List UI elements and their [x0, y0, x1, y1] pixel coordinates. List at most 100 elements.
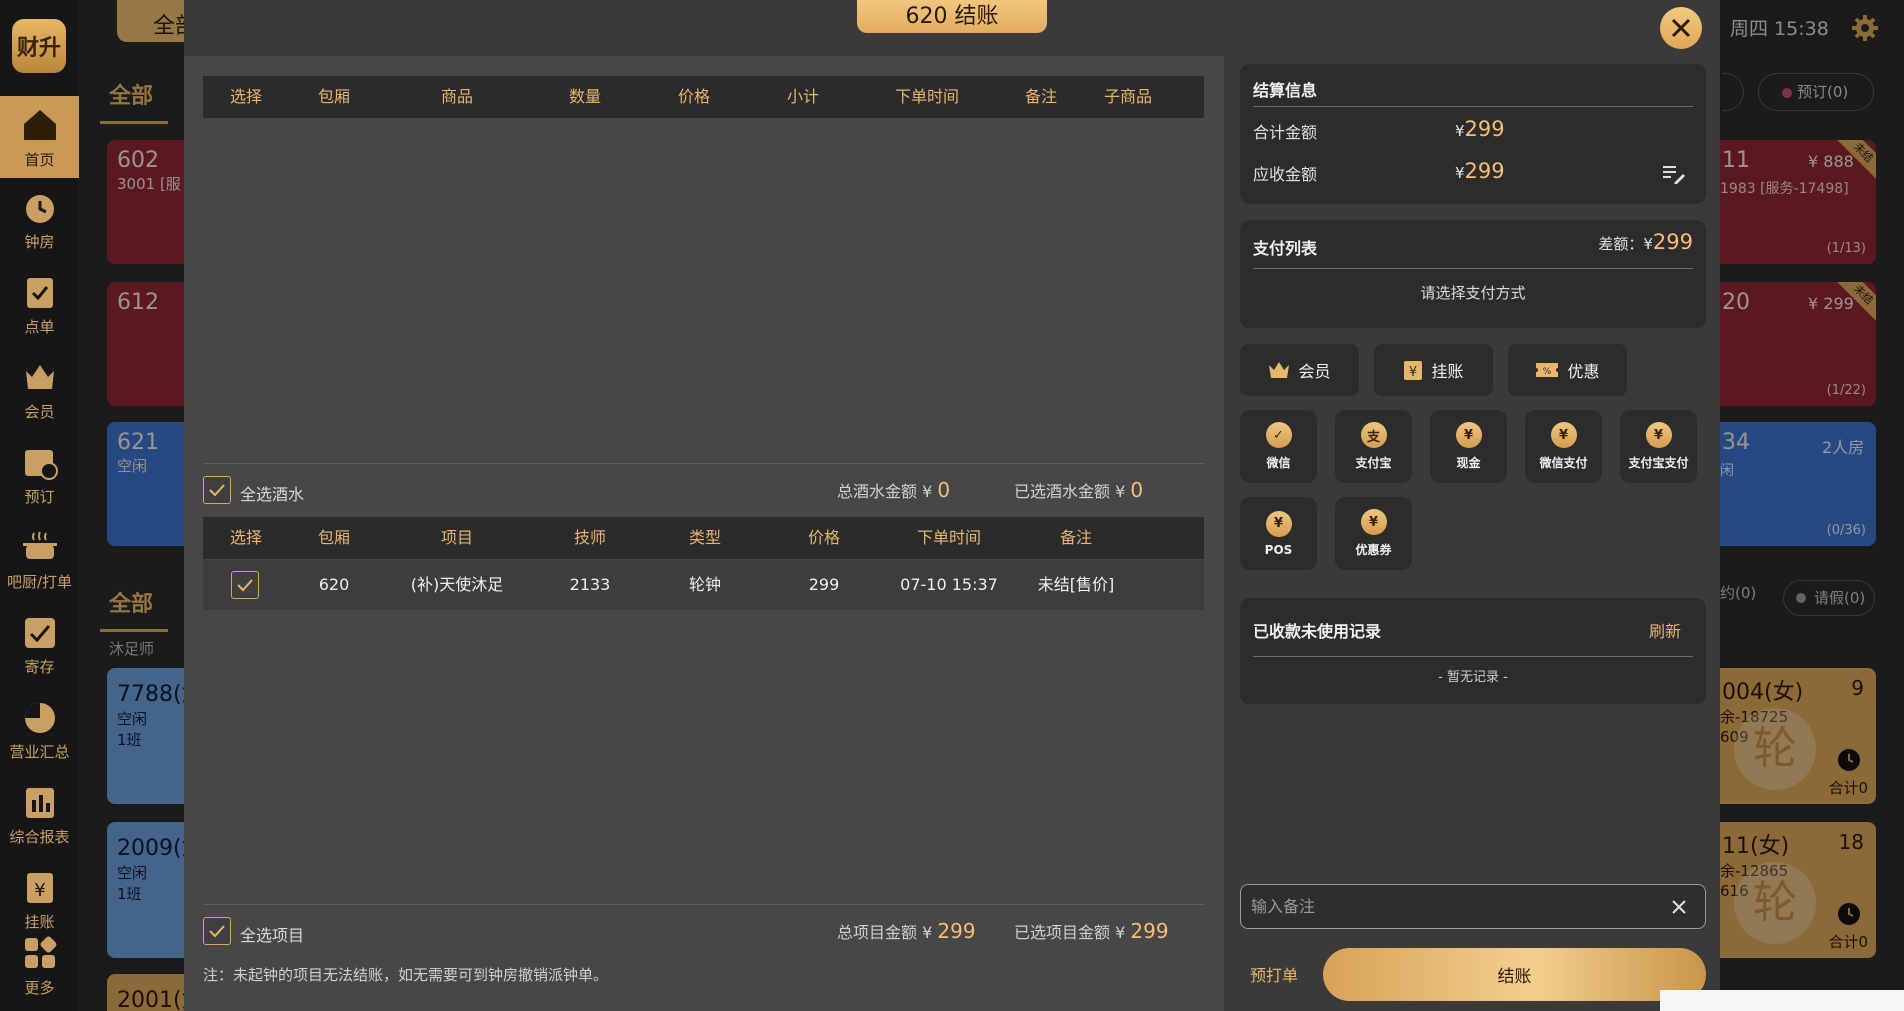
discount-button-label: 优惠 — [1567, 362, 1600, 381]
select-all-drinks-label[interactable]: 全选酒水 — [240, 481, 304, 505]
col-select: 选择 — [229, 528, 262, 547]
items-selected-label: 已选项目金额 — [1014, 923, 1111, 942]
money-bag-icon: ¥ — [1550, 422, 1577, 448]
svg-text:¥: ¥ — [1409, 365, 1417, 380]
sidebar-item-label: 预订 — [24, 488, 55, 506]
col-order-time: 下单时间 — [916, 528, 981, 547]
alarm-clock-icon — [25, 195, 54, 223]
col-type: 类型 — [688, 528, 721, 547]
sidebar: 财升 首页 钟房 点单 会员 预订 吧厨/打单 寄存 营业汇总 综合报表 ¥ 挂… — [0, 0, 79, 1011]
sidebar-item-label: 综合报表 — [9, 828, 70, 846]
col-select: 选择 — [229, 87, 262, 106]
pay-method-alipay[interactable]: 支 支付宝 — [1335, 410, 1412, 483]
pay-method-pos[interactable]: ¥ POS — [1240, 497, 1317, 570]
settlement-title: 结算信息 — [1253, 81, 1318, 100]
cell-technician: 2133 — [569, 575, 611, 594]
pay-method-alipay-pay[interactable]: ¥ 支付宝支付 — [1620, 410, 1697, 483]
sidebar-item-reports[interactable]: 综合报表 — [0, 773, 79, 855]
sidebar-item-clock-room[interactable]: 钟房 — [0, 178, 79, 260]
pot-icon — [22, 531, 57, 559]
sidebar-item-label: 营业汇总 — [9, 743, 70, 761]
close-button[interactable] — [1660, 7, 1702, 49]
sidebar-item-label: 更多 — [24, 979, 55, 997]
sidebar-item-label: 首页 — [24, 151, 55, 169]
divider — [1253, 268, 1693, 269]
sidebar-item-summary[interactable]: 营业汇总 — [0, 688, 79, 770]
pay-method-coupon[interactable]: ¥ 优惠券 — [1335, 497, 1412, 570]
row-checkbox[interactable] — [231, 571, 259, 599]
difference-label: 差额： — [1598, 235, 1644, 253]
total-amount: ¥299 — [1455, 117, 1505, 141]
drinks-selected-label: 已选酒水金额 — [1014, 482, 1111, 501]
svg-text:%: % — [1543, 367, 1552, 377]
pay-method-wechat[interactable]: ✓ 微信 — [1240, 410, 1317, 483]
sidebar-item-more[interactable]: 更多 — [0, 926, 79, 1006]
alipay-icon: 支 — [1360, 422, 1387, 448]
table-row[interactable]: 620 (补)天使沐足 2133 轮钟 299 07-10 15:37 未结[售… — [203, 560, 1204, 610]
pay-method-cash[interactable]: ¥ 现金 — [1430, 410, 1507, 483]
checkout-note: 注：未起钟的项目无法结账，如无需要可到钟房撤销派钟单。 — [203, 966, 609, 984]
col-technician: 技师 — [573, 528, 606, 547]
col-remark: 备注 — [1024, 87, 1057, 106]
credit-button-label: 挂账 — [1431, 362, 1464, 381]
divider — [1253, 656, 1693, 657]
grid-icon — [24, 936, 56, 968]
cell-remark: 未结[售价] — [1037, 575, 1115, 594]
clear-icon[interactable] — [1671, 899, 1687, 915]
checkout-button[interactable]: 结账 — [1323, 948, 1706, 1001]
select-all-items-checkbox[interactable] — [203, 917, 231, 945]
sidebar-item-home[interactable]: 首页 — [0, 96, 79, 178]
items-total-value: 299 — [937, 919, 976, 943]
sidebar-item-label: 吧厨/打单 — [6, 573, 73, 591]
settlement-info-box: 结算信息 合计金额 ¥299 应收金额 ¥299 — [1240, 64, 1706, 204]
calendar-clock-icon — [24, 450, 58, 480]
pay-method-wechat-pay[interactable]: ¥ 微信支付 — [1525, 410, 1602, 483]
drinks-selected-value: 0 — [1130, 478, 1144, 502]
cell-room: 620 — [318, 575, 350, 594]
col-quantity: 数量 — [568, 87, 601, 106]
sidebar-item-reservation[interactable]: 预订 — [0, 433, 79, 515]
pay-method-label: POS — [1264, 542, 1293, 557]
remark-field[interactable] — [1240, 884, 1706, 929]
payment-empty-text: 请选择支付方式 — [1420, 284, 1526, 302]
pay-method-label: 支付宝 — [1355, 456, 1392, 470]
cell-order-time: 07-10 15:37 — [900, 575, 998, 594]
currency-symbol: ¥ — [1455, 164, 1465, 182]
drinks-selected: 已选酒水金额 ¥ 0 — [1014, 478, 1143, 502]
sidebar-item-member[interactable]: 会员 — [0, 348, 79, 430]
credit-button[interactable]: ¥ 挂账 — [1374, 344, 1493, 396]
remark-input[interactable] — [1251, 885, 1651, 928]
ledger-icon: ¥ — [1404, 361, 1423, 380]
edit-list-icon[interactable] — [1662, 164, 1686, 184]
member-button-label: 会员 — [1298, 362, 1331, 381]
app-logo: 财升 — [12, 19, 66, 73]
check-icon — [209, 484, 225, 497]
drinks-total-label: 总酒水金额 — [837, 482, 918, 501]
select-all-drinks-checkbox[interactable] — [203, 476, 231, 504]
col-order-time: 下单时间 — [894, 87, 959, 106]
total-amount-value: 299 — [1464, 117, 1505, 141]
yen-clipboard-icon: ¥ — [26, 873, 53, 903]
pay-method-label: 微信 — [1266, 456, 1291, 470]
select-all-items-label[interactable]: 全选项目 — [240, 922, 304, 946]
money-bag-icon: ¥ — [1360, 509, 1387, 535]
sidebar-item-storage[interactable]: 寄存 — [0, 603, 79, 685]
pay-method-label: 现金 — [1456, 456, 1481, 470]
storage-check-icon — [24, 618, 55, 648]
close-icon — [1671, 18, 1691, 38]
sidebar-item-label: 会员 — [24, 403, 55, 421]
drinks-total-value: 0 — [937, 478, 951, 502]
refresh-button[interactable]: 刷新 — [1649, 618, 1681, 642]
currency-symbol: ¥ — [1115, 923, 1126, 942]
discount-button[interactable]: % 优惠 — [1508, 344, 1627, 396]
crown-person-icon — [25, 365, 54, 389]
col-sub-product: 子商品 — [1103, 87, 1152, 106]
sidebar-item-order[interactable]: 点单 — [0, 263, 79, 345]
sidebar-item-kitchen[interactable]: 吧厨/打单 — [0, 518, 79, 600]
records-title: 已收款未使用记录 — [1253, 622, 1382, 641]
modal-title: 620 结账 — [857, 0, 1047, 33]
col-product: 商品 — [440, 87, 473, 106]
money-bag-icon: ¥ — [1645, 422, 1672, 448]
member-button[interactable]: 会员 — [1240, 344, 1359, 396]
preprint-button[interactable]: 预打单 — [1250, 962, 1298, 986]
